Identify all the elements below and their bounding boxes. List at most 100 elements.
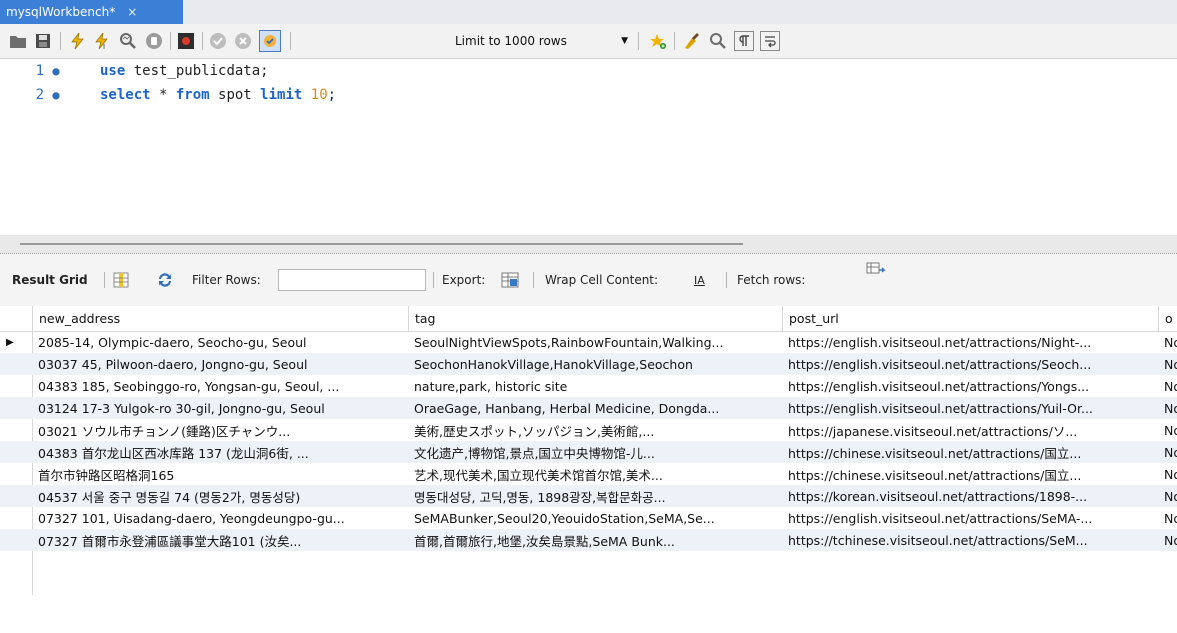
table-cell[interactable]: https://english.visitseoul.net/attractio… <box>782 353 1158 375</box>
table-cell[interactable]: 07327 101, Uisadang-daero, Yeongdeungpo-… <box>32 507 408 529</box>
table-cell[interactable]: https://english.visitseoul.net/attractio… <box>782 331 1158 353</box>
table-cell[interactable]: 文化遗产,博物馆,景点,国立中央博物馆-儿... <box>408 441 782 463</box>
table-cell[interactable]: https://korean.visitseoul.net/attraction… <box>782 485 1158 507</box>
bookmark-icon[interactable] <box>648 31 668 51</box>
row-marker[interactable] <box>0 507 32 529</box>
save-icon[interactable] <box>33 31 53 51</box>
table-cell[interactable]: No <box>1158 331 1177 353</box>
table-row[interactable]: 07327 101, Uisadang-daero, Yeongdeungpo-… <box>0 507 1177 529</box>
table-row[interactable]: 04383 185, Seobinggo-ro, Yongsan-gu, Seo… <box>0 375 1177 397</box>
panel-splitter[interactable] <box>0 235 1177 253</box>
table-row[interactable]: 03124 17-3 Yulgok-ro 30-gil, Jongno-gu, … <box>0 397 1177 419</box>
table-cell[interactable]: https://tchinese.visitseoul.net/attracti… <box>782 529 1158 551</box>
table-cell[interactable]: No <box>1158 485 1177 507</box>
table-cell[interactable]: No <box>1158 463 1177 485</box>
column-header-o[interactable]: o <box>1158 306 1177 331</box>
table-row[interactable]: 03037 45, Pilwoon-daero, Jongno-gu, Seou… <box>0 353 1177 375</box>
row-marker[interactable] <box>0 419 32 441</box>
table-cell[interactable]: No <box>1158 353 1177 375</box>
table-cell[interactable]: 07327 首爾市永登浦區議事堂大路101 (汝矣... <box>32 529 408 551</box>
export-icon[interactable] <box>501 271 519 289</box>
table-cell[interactable]: https://chinese.visitseoul.net/attractio… <box>782 441 1158 463</box>
code-token: use <box>100 63 126 79</box>
table-row[interactable]: 首尔市钟路区昭格洞165 艺术,现代美术,国立现代美术馆首尔馆,美术... http… <box>0 463 1177 485</box>
wrap-icon[interactable] <box>760 31 780 51</box>
table-cell[interactable]: 首爾,首爾旅行,地堡,汝矣島景點,SeMA Bunk... <box>408 529 782 551</box>
code-token: select <box>100 87 151 103</box>
line-number: 2 <box>35 87 44 103</box>
table-cell[interactable]: 首尔市钟路区昭格洞165 <box>32 463 408 485</box>
table-cell[interactable]: https://english.visitseoul.net/attractio… <box>782 507 1158 529</box>
table-cell[interactable]: No <box>1158 375 1177 397</box>
editor-line-2: 2 ● select * from spot limit 10; <box>0 83 337 107</box>
beautify-icon[interactable] <box>682 31 702 51</box>
table-cell[interactable]: No <box>1158 529 1177 551</box>
row-marker[interactable] <box>0 529 32 551</box>
column-header-new-address[interactable]: new_address <box>32 306 408 331</box>
table-cell[interactable]: 04383 185, Seobinggo-ro, Yongsan-gu, Seo… <box>32 375 408 397</box>
table-cell[interactable]: nature,park, historic site <box>408 375 782 397</box>
result-grid[interactable]: new_address tag post_url o ▶ 2085-14, Oly… <box>0 306 1177 596</box>
column-header-post-url[interactable]: post_url <box>782 306 1158 331</box>
table-cell[interactable]: 03037 45, Pilwoon-daero, Jongno-gu, Seou… <box>32 353 408 375</box>
refresh-icon[interactable] <box>156 271 174 289</box>
toggle-output-icon[interactable] <box>176 31 196 51</box>
sql-editor[interactable]: 1 ● use test_publicdata; 2 ● select * fr… <box>0 59 1177 234</box>
table-row[interactable]: ▶ 2085-14, Olympic-daero, Seocho-gu, Seou… <box>0 331 1177 353</box>
result-grid-label[interactable]: Result Grid <box>12 267 88 293</box>
autocommit-icon[interactable] <box>259 30 281 52</box>
execute-current-icon[interactable]: I <box>92 31 112 51</box>
table-cell[interactable]: 명동대성당, 고딕,명동, 1898광장,복합문화공... <box>408 485 782 507</box>
table-cell[interactable]: No <box>1158 441 1177 463</box>
table-row[interactable]: 03021 ソウル市チョンノ(鍾路)区チャンウ... 美術,歴史スポット,ソッパジ… <box>0 419 1177 441</box>
filter-rows-input[interactable] <box>278 269 426 291</box>
table-cell[interactable]: 04383 首尔龙山区西冰库路 137 (龙山洞6街, ... <box>32 441 408 463</box>
horizontal-scrollbar[interactable] <box>20 243 743 245</box>
table-cell[interactable]: No <box>1158 419 1177 441</box>
row-marker[interactable] <box>0 441 32 463</box>
tab-mysqlworkbench[interactable]: mysqlWorkbench* × <box>0 0 183 24</box>
limit-rows-select[interactable]: Limit to 1000 rows ▼ <box>455 33 630 49</box>
table-cell[interactable]: 艺术,现代美术,国立现代美术馆首尔馆,美术... <box>408 463 782 485</box>
table-cell[interactable]: 03021 ソウル市チョンノ(鍾路)区チャンウ... <box>32 419 408 441</box>
table-row[interactable]: 04537 서울 중구 명동길 74 (명동2가, 명동성당) 명동대성당, 고딕… <box>0 485 1177 507</box>
tab-close-icon[interactable]: × <box>127 5 137 19</box>
code-token: * <box>150 87 176 103</box>
wrap-cell-icon[interactable]: IA <box>694 267 705 293</box>
table-cell[interactable]: No <box>1158 507 1177 529</box>
table-cell[interactable]: SeMABunker,Seoul20,YeouidoStation,SeMA,S… <box>408 507 782 529</box>
table-cell[interactable]: OraeGage, Hanbang, Herbal Medicine, Dong… <box>408 397 782 419</box>
table-cell[interactable]: SeoulNightViewSpots,RainbowFountain,Walk… <box>408 331 782 353</box>
table-row[interactable]: 04383 首尔龙山区西冰库路 137 (龙山洞6街, ... 文化遗产,博物馆,… <box>0 441 1177 463</box>
table-cell[interactable]: 04537 서울 중구 명동길 74 (명동2가, 명동성당) <box>32 485 408 507</box>
code-token: spot <box>209 87 261 103</box>
table-cell[interactable]: https://english.visitseoul.net/attractio… <box>782 397 1158 419</box>
table-cell[interactable]: No <box>1158 397 1177 419</box>
table-cell[interactable]: https://english.visitseoul.net/attractio… <box>782 375 1158 397</box>
row-marker[interactable] <box>0 485 32 507</box>
row-marker[interactable]: ▶ <box>0 331 32 353</box>
column-header-tag[interactable]: tag <box>408 306 782 331</box>
table-cell[interactable]: 03124 17-3 Yulgok-ro 30-gil, Jongno-gu, … <box>32 397 408 419</box>
row-marker[interactable] <box>0 375 32 397</box>
row-marker[interactable] <box>0 353 32 375</box>
row-marker[interactable] <box>0 463 32 485</box>
table-cell[interactable]: https://chinese.visitseoul.net/attractio… <box>782 463 1158 485</box>
rollback-icon[interactable] <box>233 31 253 51</box>
toolbar-separator <box>726 272 727 288</box>
table-cell[interactable]: 2085-14, Olympic-daero, Seocho-gu, Seoul <box>32 331 408 353</box>
table-row[interactable]: 07327 首爾市永登浦區議事堂大路101 (汝矣... 首爾,首爾旅行,地堡,汝… <box>0 529 1177 551</box>
fetch-icon[interactable] <box>866 262 886 280</box>
invisibles-icon[interactable] <box>734 31 754 51</box>
find-icon[interactable] <box>708 31 728 51</box>
table-cell[interactable]: 美術,歴史スポット,ソッパジョン,美術館,... <box>408 419 782 441</box>
folder-icon[interactable] <box>8 31 28 51</box>
table-cell[interactable]: SeochonHanokVillage,HanokVillage,Seochon <box>408 353 782 375</box>
grid-icon[interactable] <box>112 271 130 289</box>
stop-icon[interactable] <box>144 31 164 51</box>
explain-icon[interactable] <box>118 31 138 51</box>
row-marker[interactable] <box>0 397 32 419</box>
commit-icon[interactable] <box>208 31 228 51</box>
table-cell[interactable]: https://japanese.visitseoul.net/attracti… <box>782 419 1158 441</box>
execute-icon[interactable] <box>68 31 88 51</box>
